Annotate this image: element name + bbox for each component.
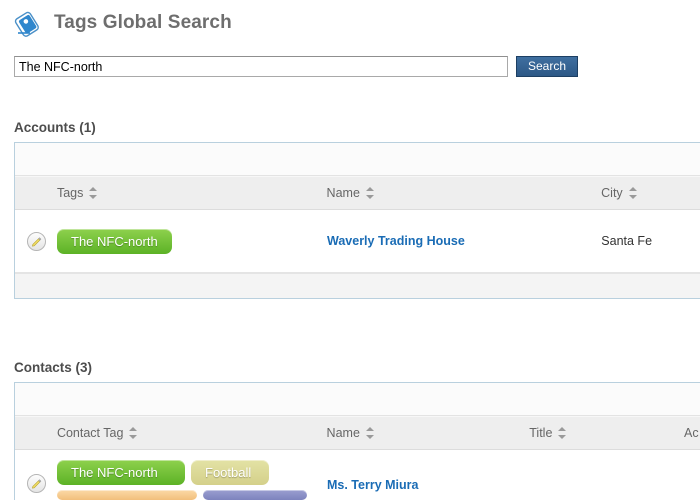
contact-name-link[interactable]: Ms. Terry Miura (327, 478, 418, 492)
contacts-table-header: Contact Tag Name Title Ac (15, 416, 700, 450)
accounts-table: Tags Name City The NFC-north Waverly Tra… (14, 142, 700, 299)
th-accounts-tags[interactable]: Tags (57, 186, 327, 200)
sort-icon[interactable] (129, 427, 138, 439)
accounts-city-cell: Santa Fe (601, 234, 653, 248)
search-button[interactable]: Search (516, 56, 578, 77)
sort-icon[interactable] (365, 187, 375, 199)
sort-icon[interactable] (365, 427, 375, 439)
accounts-table-footer (15, 273, 700, 298)
search-bar: Search (14, 56, 700, 77)
search-input[interactable] (14, 56, 508, 77)
tag-pill[interactable]: The NFC-north (57, 460, 185, 485)
th-accounts-name[interactable]: Name (327, 186, 602, 200)
sort-icon[interactable] (628, 187, 638, 199)
page-header: Tags Global Search (0, 0, 700, 40)
section-title-accounts: Accounts (1) (14, 120, 96, 135)
account-name-link[interactable]: Waverly Trading House (327, 234, 465, 248)
th-contacts-name[interactable]: Name (327, 426, 530, 440)
pencil-icon[interactable] (26, 231, 46, 251)
section-contacts: Contacts (3) Contact Tag Name Title Ac T… (0, 360, 700, 500)
accounts-name-cell: Waverly Trading House (327, 234, 601, 248)
tag-pill[interactable] (57, 490, 197, 500)
sort-icon[interactable] (89, 187, 98, 199)
contacts-tags-cell: The NFC-north Football (57, 456, 327, 500)
tags-global-search-page: Tags Global Search Search Accounts (1) T… (0, 0, 700, 500)
tag-pill[interactable] (203, 490, 307, 500)
contacts-table-toolbar (15, 383, 700, 416)
tag-icon (12, 6, 46, 40)
section-accounts: Accounts (1) Tags Name City The NFC-nort… (0, 120, 700, 299)
accounts-tags-cell: The NFC-north (57, 225, 327, 258)
table-row[interactable]: The NFC-north Football Ms. Terry Miura (15, 450, 700, 500)
section-title-contacts: Contacts (3) (14, 360, 93, 375)
accounts-table-toolbar (15, 143, 700, 176)
th-contacts-title[interactable]: Title (529, 426, 684, 440)
edit-cell (15, 474, 57, 493)
contacts-name-cell: Ms. Terry Miura (327, 478, 529, 492)
table-row[interactable]: The NFC-north Waverly Trading House Sant… (15, 210, 700, 273)
tag-pill[interactable]: The NFC-north (57, 228, 172, 254)
edit-cell (15, 231, 57, 251)
pencil-icon[interactable] (26, 474, 46, 493)
th-contacts-account[interactable]: Ac (684, 426, 700, 440)
th-accounts-city[interactable]: City (601, 186, 700, 200)
page-title: Tags Global Search (54, 12, 232, 33)
sort-icon[interactable] (558, 427, 567, 439)
tag-pill[interactable]: Football (191, 460, 269, 485)
th-contacts-contact-tag[interactable]: Contact Tag (57, 426, 327, 440)
contacts-table: Contact Tag Name Title Ac The NFC-north … (14, 382, 700, 500)
accounts-table-header: Tags Name City (15, 176, 700, 210)
